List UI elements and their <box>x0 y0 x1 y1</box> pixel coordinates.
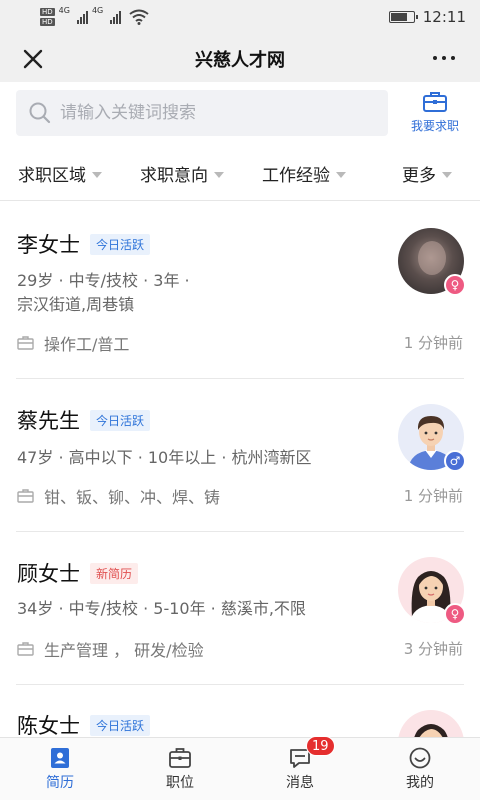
divider <box>16 378 464 379</box>
filter-label: 求职意向 <box>140 166 208 186</box>
filter-experience[interactable]: 工作经验 <box>262 161 346 186</box>
name-row: 陈女士 今日活跃 <box>17 710 151 737</box>
hd-indicators: HD HD <box>40 8 55 26</box>
divider <box>16 531 464 532</box>
candidate-name: 陈女士 <box>17 714 80 737</box>
avatar: ♂ <box>398 404 466 472</box>
job-intention: 生产管理 ， 研发/检验 <box>44 641 204 660</box>
divider <box>16 684 464 685</box>
status-bar-left: HD HD 4G 4G <box>40 6 149 28</box>
job-intention: 操作工/普工 <box>44 335 130 354</box>
job-seek-button[interactable]: 我要求职 <box>400 88 470 140</box>
name-row: 李女士 今日活跃 <box>17 229 151 259</box>
candidate-info: 34岁 · 中专/技校 · 5-10年 · 慈溪市,不限 <box>17 599 306 618</box>
caret-down-icon <box>92 171 102 178</box>
resume-icon <box>51 748 69 768</box>
filter-region[interactable]: 求职区域 <box>18 161 102 186</box>
avatar: ♀ <box>398 557 466 625</box>
bottom-nav: 简历 职位 消息 19 我的 <box>0 736 480 800</box>
tab-label: 职位 <box>166 775 194 791</box>
filter-intention[interactable]: 求职意向 <box>140 161 224 186</box>
filter-label: 求职区域 <box>18 166 86 186</box>
briefcase-icon <box>169 748 191 768</box>
search-input[interactable] <box>60 90 380 136</box>
battery-icon <box>388 11 418 23</box>
caret-down-icon <box>336 171 346 178</box>
hd-label: HD <box>40 18 55 26</box>
job-intention: 钳、钣、铆、冲、焊、铸 <box>44 488 221 507</box>
briefcase-icon <box>17 642 34 656</box>
tab-messages[interactable]: 消息 19 <box>240 736 360 800</box>
job-row: 操作工/普工 <box>17 331 129 355</box>
network-type-label: 4G <box>58 6 70 15</box>
caret-down-icon <box>214 171 224 178</box>
avatar: ♀ <box>398 228 466 296</box>
job-row: 钳、钣、铆、冲、焊、铸 <box>17 484 220 508</box>
tab-label: 我的 <box>406 775 434 791</box>
hd-label: HD <box>40 8 55 16</box>
network-type-label: 4G <box>91 6 104 15</box>
updated-time: 3 分钟前 <box>403 640 463 658</box>
candidate-name: 蔡先生 <box>17 409 80 433</box>
updated-time: 1 分钟前 <box>403 487 463 505</box>
status-badge: 今日活跃 <box>90 409 151 431</box>
candidate-info: 29岁 · 中专/技校 · 3年 · <box>17 271 190 290</box>
job-seek-label: 我要求职 <box>410 119 459 133</box>
male-icon: ♂ <box>444 450 466 472</box>
resume-card[interactable]: 李女士 今日活跃 29岁 · 中专/技校 · 3年 · 宗汉街道,周巷镇 操作工… <box>0 201 480 379</box>
female-avatar-illustration <box>398 710 464 737</box>
status-badge: 今日活跃 <box>90 714 151 736</box>
job-row: 生产管理 ， 研发/检验 <box>17 637 204 661</box>
avatar <box>398 710 464 737</box>
briefcase-icon <box>423 92 447 112</box>
page-title: 兴慈人才网 <box>195 50 285 71</box>
name-row: 顾女士 新简历 <box>17 558 139 588</box>
tab-label: 简历 <box>46 775 74 791</box>
candidate-info: 47岁 · 高中以下 · 10年以上 · 杭州湾新区 <box>17 448 312 467</box>
unread-badge: 19 <box>306 736 335 756</box>
status-bar: HD HD 4G 4G 12:11 <box>0 0 480 34</box>
caret-down-icon <box>442 171 452 178</box>
tab-label: 消息 <box>286 775 314 791</box>
profile-icon <box>409 747 431 769</box>
filter-label: 更多 <box>402 166 436 186</box>
female-icon: ♀ <box>444 274 466 296</box>
signal-icon <box>76 10 88 24</box>
more-dots-icon <box>433 56 437 60</box>
clock: 12:11 <box>422 8 466 26</box>
status-badge: 今日活跃 <box>90 233 151 255</box>
search-box[interactable] <box>16 90 388 136</box>
briefcase-icon <box>17 336 34 350</box>
name-row: 蔡先生 今日活跃 <box>17 405 151 435</box>
status-bar-right: 12:11 <box>388 6 466 28</box>
candidate-name: 顾女士 <box>17 562 80 586</box>
wifi-icon <box>129 9 149 25</box>
resume-card[interactable]: 顾女士 新简历 34岁 · 中专/技校 · 5-10年 · 慈溪市,不限 生产管… <box>0 533 480 685</box>
filter-bar: 求职区域 求职意向 工作经验 更多 <box>0 146 480 198</box>
candidate-location: 宗汉街道,周巷镇 <box>17 295 135 314</box>
tab-jobs[interactable]: 职位 <box>120 738 240 800</box>
filter-label: 工作经验 <box>262 166 330 186</box>
resume-card[interactable]: 陈女士 今日活跃 <box>0 686 480 737</box>
tab-resume[interactable]: 简历 <box>0 738 120 800</box>
status-badge: 新简历 <box>90 562 139 584</box>
filter-more[interactable]: 更多 <box>402 161 452 186</box>
title-bar: 兴慈人才网 <box>0 34 480 82</box>
female-icon: ♀ <box>444 603 466 625</box>
signal-icon <box>110 10 122 24</box>
tab-mine[interactable]: 我的 <box>360 738 480 800</box>
briefcase-icon <box>17 489 34 503</box>
more-button[interactable] <box>430 48 458 68</box>
candidate-name: 李女士 <box>17 233 80 257</box>
search-icon <box>29 102 51 124</box>
resume-card[interactable]: 蔡先生 今日活跃 47岁 · 高中以下 · 10年以上 · 杭州湾新区 钳、钣、… <box>0 380 480 532</box>
updated-time: 1 分钟前 <box>403 334 463 352</box>
